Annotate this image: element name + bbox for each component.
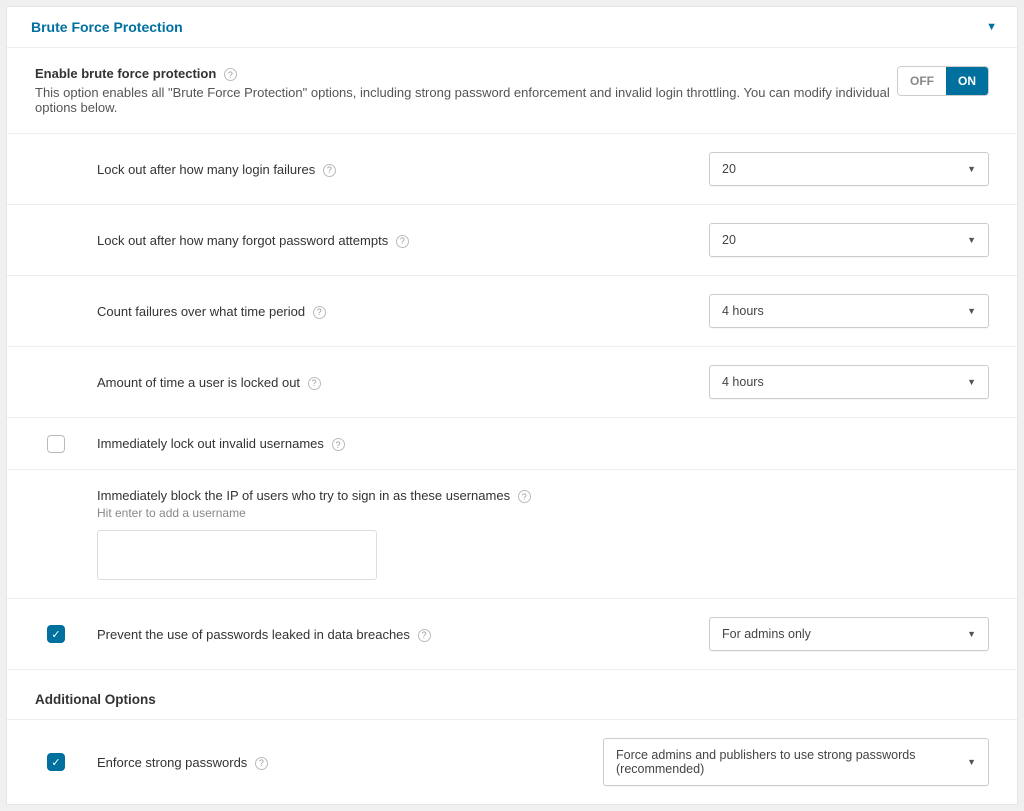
block-ip-input[interactable] — [97, 530, 377, 580]
block-ip-row: Immediately block the IP of users who tr… — [7, 469, 1017, 598]
help-icon[interactable]: ? — [323, 164, 336, 177]
label-text: Immediately block the IP of users who tr… — [97, 488, 510, 503]
help-icon[interactable]: ? — [518, 490, 531, 503]
enable-label: Enable brute force protection ? — [35, 66, 897, 81]
block-ip-hint: Hit enter to add a username — [97, 506, 989, 520]
leaked-passwords-select-wrap: For admins only ▼ — [709, 617, 989, 651]
help-icon[interactable]: ? — [313, 306, 326, 319]
chevron-down-icon: ▼ — [967, 629, 976, 639]
help-icon[interactable]: ? — [308, 377, 321, 390]
label-text: Enforce strong passwords — [97, 755, 247, 770]
leaked-passwords-row: ✓ Prevent the use of passwords leaked in… — [7, 598, 1017, 669]
select-value: Force admins and publishers to use stron… — [616, 748, 967, 776]
help-icon[interactable]: ? — [332, 438, 345, 451]
select-value: 4 hours — [722, 375, 764, 389]
invalid-usernames-label: Immediately lock out invalid usernames ? — [97, 436, 989, 451]
panel-title: Brute Force Protection — [31, 19, 183, 35]
leaked-passwords-select[interactable]: For admins only ▼ — [709, 617, 989, 651]
lockout-time-label: Amount of time a user is locked out ? — [97, 375, 709, 390]
lockout-forgot-select[interactable]: 20 ▼ — [709, 223, 989, 257]
strong-passwords-label: Enforce strong passwords ? — [97, 755, 603, 770]
strong-passwords-row: ✓ Enforce strong passwords ? Force admin… — [7, 719, 1017, 804]
strong-passwords-select[interactable]: Force admins and publishers to use stron… — [603, 738, 989, 786]
leaked-passwords-checkbox[interactable]: ✓ — [47, 625, 65, 643]
label-text: Immediately lock out invalid usernames — [97, 436, 324, 451]
label-text: Count failures over what time period — [97, 304, 305, 319]
lockout-failures-label: Lock out after how many login failures ? — [97, 162, 709, 177]
panel-header[interactable]: Brute Force Protection ▼ — [7, 7, 1017, 47]
invalid-usernames-checkbox[interactable] — [47, 435, 65, 453]
toggle-off[interactable]: OFF — [898, 67, 946, 95]
help-icon[interactable]: ? — [396, 235, 409, 248]
count-period-label: Count failures over what time period ? — [97, 304, 709, 319]
block-ip-label: Immediately block the IP of users who tr… — [97, 488, 989, 503]
label-text: Lock out after how many login failures — [97, 162, 315, 177]
lockout-failures-row: Lock out after how many login failures ?… — [7, 133, 1017, 204]
help-icon[interactable]: ? — [224, 68, 237, 81]
chevron-down-icon: ▼ — [967, 164, 976, 174]
lockout-forgot-select-wrap: 20 ▼ — [709, 223, 989, 257]
strong-passwords-select-wrap: Force admins and publishers to use stron… — [603, 738, 989, 786]
select-value: 4 hours — [722, 304, 764, 318]
collapse-icon: ▼ — [986, 21, 997, 33]
strong-passwords-checkbox[interactable]: ✓ — [47, 753, 65, 771]
lockout-failures-select-wrap: 20 ▼ — [709, 152, 989, 186]
label-text: Prevent the use of passwords leaked in d… — [97, 627, 410, 642]
enable-row: Enable brute force protection ? This opt… — [7, 47, 1017, 133]
lockout-time-select[interactable]: 4 hours ▼ — [709, 365, 989, 399]
lockout-failures-select[interactable]: 20 ▼ — [709, 152, 989, 186]
brute-force-panel: Brute Force Protection ▼ Enable brute fo… — [6, 6, 1018, 805]
additional-options-header: Additional Options — [7, 669, 1017, 719]
label-text: Amount of time a user is locked out — [97, 375, 300, 390]
lockout-forgot-label: Lock out after how many forgot password … — [97, 233, 709, 248]
chevron-down-icon: ▼ — [967, 757, 976, 767]
chevron-down-icon: ▼ — [967, 377, 976, 387]
select-value: For admins only — [722, 627, 811, 641]
invalid-usernames-row: Immediately lock out invalid usernames ? — [7, 417, 1017, 469]
lockout-forgot-row: Lock out after how many forgot password … — [7, 204, 1017, 275]
help-icon[interactable]: ? — [418, 629, 431, 642]
label-text: Lock out after how many forgot password … — [97, 233, 388, 248]
lockout-time-row: Amount of time a user is locked out ? 4 … — [7, 346, 1017, 417]
leaked-passwords-label: Prevent the use of passwords leaked in d… — [97, 627, 709, 642]
toggle-on[interactable]: ON — [946, 67, 988, 95]
enable-label-col: Enable brute force protection ? This opt… — [35, 66, 897, 115]
select-value: 20 — [722, 233, 736, 247]
count-period-select[interactable]: 4 hours ▼ — [709, 294, 989, 328]
select-value: 20 — [722, 162, 736, 176]
help-icon[interactable]: ? — [255, 757, 268, 770]
lockout-time-select-wrap: 4 hours ▼ — [709, 365, 989, 399]
chevron-down-icon: ▼ — [967, 235, 976, 245]
count-period-row: Count failures over what time period ? 4… — [7, 275, 1017, 346]
count-period-select-wrap: 4 hours ▼ — [709, 294, 989, 328]
enable-label-text: Enable brute force protection — [35, 66, 216, 81]
enable-desc: This option enables all "Brute Force Pro… — [35, 85, 897, 115]
chevron-down-icon: ▼ — [967, 306, 976, 316]
enable-toggle[interactable]: OFF ON — [897, 66, 989, 96]
